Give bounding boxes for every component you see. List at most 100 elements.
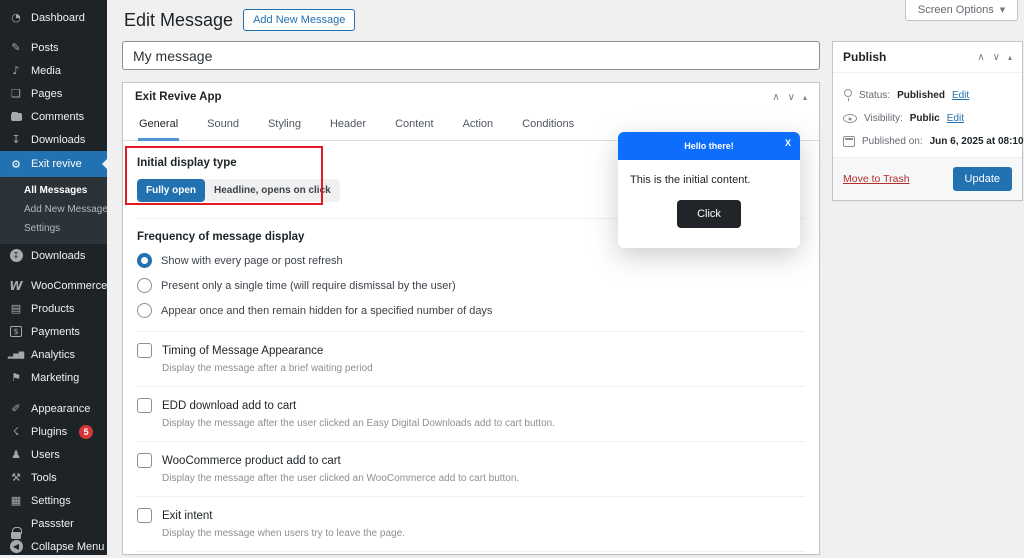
sidebar-item-products[interactable]: ▤ Products bbox=[0, 297, 107, 320]
woocommerce-checkbox[interactable] bbox=[137, 453, 152, 468]
plugins-update-badge: 5 bbox=[79, 425, 93, 439]
published-on-row: Published on: Jun 6, 2025 at 08:10 Edit bbox=[843, 136, 1012, 147]
collapse-toggle-icon[interactable]: ▴ bbox=[803, 93, 807, 102]
popup-header: Hello there! X bbox=[618, 132, 800, 160]
radio-unchecked[interactable] bbox=[137, 303, 152, 318]
sidebar-item-label: Users bbox=[31, 449, 60, 461]
publish-title: Publish bbox=[843, 50, 886, 64]
comments-icon bbox=[8, 113, 24, 121]
message-preview-popup: Hello there! X This is the initial conte… bbox=[618, 132, 800, 248]
woocommerce-icon: W bbox=[8, 279, 24, 293]
sidebar-item-label: WooCommerce bbox=[31, 280, 107, 292]
add-new-message-button[interactable]: Add New Message bbox=[243, 9, 355, 31]
edd-downloads-icon: ↧ bbox=[8, 249, 24, 262]
status-value: Published bbox=[897, 90, 945, 101]
calendar-icon bbox=[843, 136, 855, 147]
sidebar-item-marketing[interactable]: ⚑ Marketing bbox=[0, 366, 107, 389]
sidebar-item-analytics[interactable]: ▂▅▇ Analytics bbox=[0, 343, 107, 366]
settings-icon: ▦ bbox=[8, 494, 24, 507]
screen-options-button[interactable]: Screen Options ▼ bbox=[905, 0, 1018, 21]
panel-title: Exit Revive App bbox=[135, 91, 222, 103]
sidebar-item-downloads-edd[interactable]: ↧ Downloads bbox=[0, 244, 107, 267]
tab-general[interactable]: General bbox=[138, 111, 179, 141]
move-up-icon[interactable]: ∧ bbox=[772, 92, 779, 103]
sidebar-item-tools[interactable]: ⚒ Tools bbox=[0, 466, 107, 489]
trigger-woo-add-to-cart: WooCommerce product add to cart Display … bbox=[137, 441, 805, 496]
submenu-item-all-messages[interactable]: All Messages bbox=[0, 181, 107, 200]
toggle-headline-on-click[interactable]: Headline, opens on click bbox=[205, 179, 340, 202]
popup-click-button[interactable]: Click bbox=[677, 200, 741, 228]
collapse-arrow-icon: ◀ bbox=[8, 540, 24, 553]
sidebar-item-payments[interactable]: $ Payments bbox=[0, 320, 107, 343]
tab-styling[interactable]: Styling bbox=[267, 111, 302, 140]
media-icon: ♪ bbox=[8, 64, 24, 77]
sidebar-item-label: Tools bbox=[31, 472, 57, 484]
move-to-trash-link[interactable]: Move to Trash bbox=[843, 173, 910, 185]
popup-title: Hello there! bbox=[684, 141, 734, 151]
sidebar-item-settings[interactable]: ▦ Settings bbox=[0, 489, 107, 512]
move-down-icon[interactable]: ∨ bbox=[788, 92, 795, 103]
marketing-icon: ⚑ bbox=[8, 371, 24, 384]
payments-icon: $ bbox=[8, 326, 24, 337]
trigger-edd-add-to-cart: EDD download add to cart Display the mes… bbox=[137, 386, 805, 441]
download-icon: ↧ bbox=[8, 133, 24, 146]
frequency-option-single-time[interactable]: Present only a single time (will require… bbox=[137, 278, 805, 293]
move-down-icon[interactable]: ∨ bbox=[993, 52, 1000, 63]
sidebar-item-dashboard[interactable]: ◔ Dashboard bbox=[0, 6, 107, 29]
close-icon[interactable]: X bbox=[785, 138, 791, 148]
sidebar-item-woocommerce[interactable]: W WooCommerce bbox=[0, 274, 107, 297]
sidebar-item-label: Downloads bbox=[31, 134, 85, 146]
tab-content[interactable]: Content bbox=[394, 111, 435, 140]
pages-icon: ❏ bbox=[8, 87, 24, 100]
sidebar-item-plugins[interactable]: ☇ Plugins 5 bbox=[0, 420, 107, 443]
exit-revive-submenu: All Messages Add New Message Settings bbox=[0, 177, 107, 244]
trigger-timing: Timing of Message Appearance Display the… bbox=[137, 331, 805, 386]
sidebar-item-media[interactable]: ♪ Media bbox=[0, 59, 107, 82]
sidebar-item-exit-revive[interactable]: ⚙ Exit revive bbox=[0, 151, 107, 177]
sidebar-item-label: Passster bbox=[31, 518, 74, 530]
tab-action[interactable]: Action bbox=[462, 111, 495, 140]
submenu-item-settings[interactable]: Settings bbox=[0, 219, 107, 238]
message-title-input[interactable] bbox=[122, 41, 820, 70]
timing-checkbox[interactable] bbox=[137, 343, 152, 358]
popup-content-text: This is the initial content. bbox=[630, 174, 788, 186]
chevron-down-icon: ▼ bbox=[1000, 6, 1005, 14]
sidebar-item-passster[interactable]: Passster bbox=[0, 512, 107, 535]
update-button[interactable]: Update bbox=[953, 167, 1012, 191]
users-icon: ♟ bbox=[8, 448, 24, 461]
edd-checkbox[interactable] bbox=[137, 398, 152, 413]
frequency-option-hidden-days[interactable]: Appear once and then remain hidden for a… bbox=[137, 303, 805, 318]
frequency-option-every-refresh[interactable]: Show with every page or post refresh bbox=[137, 253, 805, 268]
sidebar-item-label: Posts bbox=[31, 42, 59, 54]
edit-visibility-link[interactable]: Edit bbox=[947, 113, 964, 124]
sidebar-item-users[interactable]: ♟ Users bbox=[0, 443, 107, 466]
submenu-item-add-new-message[interactable]: Add New Message bbox=[0, 200, 107, 219]
sidebar-item-label: Appearance bbox=[31, 403, 90, 415]
sidebar-item-appearance[interactable]: ✐ Appearance bbox=[0, 397, 107, 420]
tab-conditions[interactable]: Conditions bbox=[521, 111, 575, 140]
move-up-icon[interactable]: ∧ bbox=[977, 52, 984, 63]
sidebar-item-downloads[interactable]: ↧ Downloads bbox=[0, 128, 107, 151]
sidebar-item-label: Analytics bbox=[31, 349, 75, 361]
products-icon: ▤ bbox=[8, 302, 24, 315]
posts-icon: ✎ bbox=[8, 41, 24, 54]
sidebar-item-label: Products bbox=[31, 303, 74, 315]
plugins-icon: ☇ bbox=[8, 425, 24, 438]
exit-intent-checkbox[interactable] bbox=[137, 508, 152, 523]
screen-options-label: Screen Options bbox=[918, 4, 994, 16]
tab-header[interactable]: Header bbox=[329, 111, 367, 140]
sidebar-item-posts[interactable]: ✎ Posts bbox=[0, 36, 107, 59]
trigger-exit-intent: Exit intent Display the message when use… bbox=[137, 496, 805, 551]
trigger-scrolling: Scrolling trigger Display the message wh… bbox=[137, 551, 805, 555]
radio-unchecked[interactable] bbox=[137, 278, 152, 293]
sidebar-item-pages[interactable]: ❏ Pages bbox=[0, 82, 107, 105]
toggle-fully-open[interactable]: Fully open bbox=[137, 179, 205, 202]
radio-checked[interactable] bbox=[137, 253, 152, 268]
sidebar-separator bbox=[0, 389, 107, 397]
sidebar-item-label: Collapse Menu bbox=[31, 541, 104, 553]
collapse-toggle-icon[interactable]: ▴ bbox=[1008, 53, 1012, 62]
edit-status-link[interactable]: Edit bbox=[952, 90, 969, 101]
tab-sound[interactable]: Sound bbox=[206, 111, 240, 140]
sidebar-item-comments[interactable]: Comments bbox=[0, 105, 107, 128]
sidebar-item-label: Payments bbox=[31, 326, 80, 338]
